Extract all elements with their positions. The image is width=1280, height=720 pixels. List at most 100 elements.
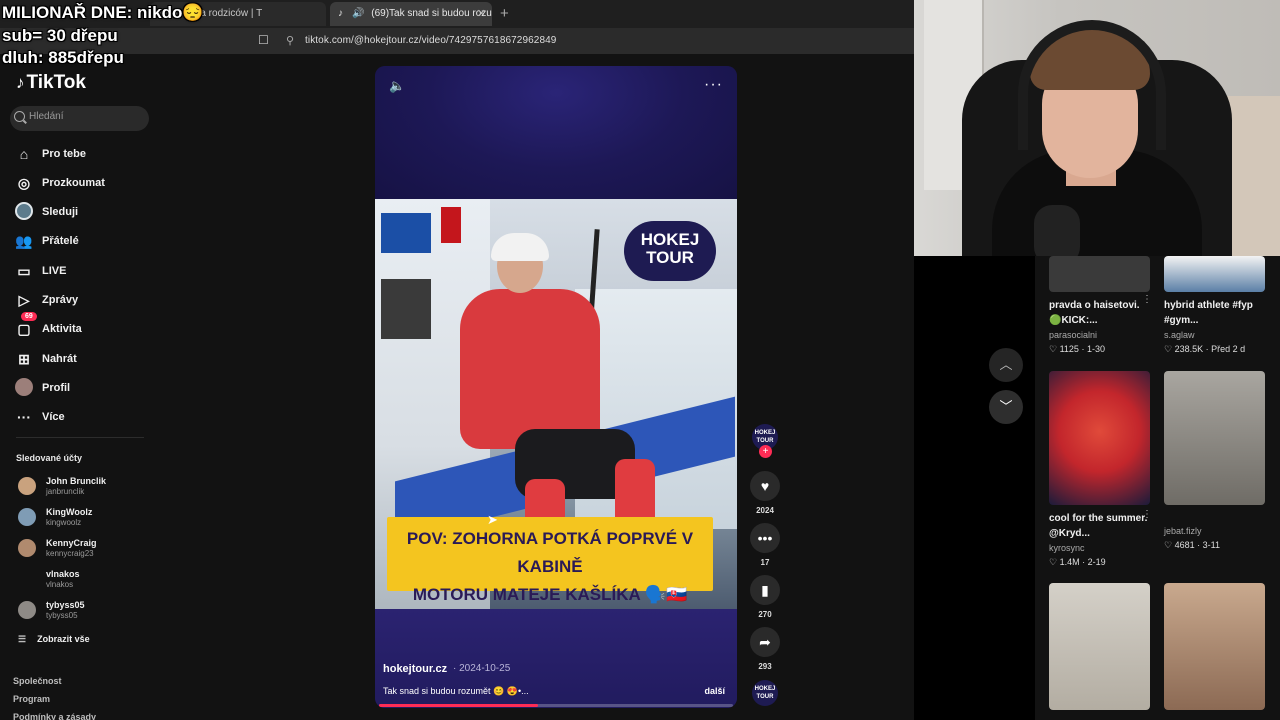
following-avatar: [15, 202, 33, 220]
more-options-icon[interactable]: ···: [704, 76, 723, 94]
card-title[interactable]: pravda o haisetovi. 🟢KICK:...: [1049, 298, 1149, 328]
video-thumbnail[interactable]: [1164, 371, 1265, 505]
nav-prozkoumat[interactable]: ◎ Prozkoumat: [14, 171, 154, 195]
card-title[interactable]: hybrid athlete #fyp #gym...: [1164, 298, 1264, 328]
nav-zpravy[interactable]: ▷ Zprávy: [14, 288, 154, 312]
like-button[interactable]: ♥: [750, 471, 780, 501]
live-icon: ▭: [17, 263, 31, 279]
player-jersey: [460, 289, 600, 449]
video-thumbnail[interactable]: [1164, 583, 1265, 710]
bookmark-icon[interactable]: ☐: [258, 33, 269, 47]
share-button[interactable]: ➦: [750, 627, 780, 657]
nav-label: LIVE: [42, 265, 67, 277]
profile-avatar: [15, 378, 33, 396]
followed-accounts-title: Sledované účty: [16, 453, 83, 463]
video-caption-box: POV: ZOHORNA POTKÁ POPRVÉ V KABINĚ MOTOR…: [387, 517, 713, 604]
followed-account[interactable]: KennyCraig kennycraig23: [18, 536, 153, 564]
microphone: [1034, 205, 1080, 256]
ad-banner: [381, 213, 431, 253]
overlay-sub: sub= 30 dřepu: [2, 26, 118, 45]
nav-sleduji[interactable]: Sleduji: [14, 200, 154, 224]
save-button[interactable]: ▮: [750, 575, 780, 605]
new-tab-button[interactable]: +: [500, 5, 509, 22]
video-thumbnail[interactable]: [1049, 256, 1150, 292]
video-player[interactable]: 🔈 ··· HOKEJ TOUR POV: ZOHORNA POTKÁ POPR…: [375, 66, 737, 708]
card-stats: ♡ 1.4M · 2-19: [1049, 557, 1106, 567]
video-thumbnail[interactable]: [1164, 256, 1265, 292]
player-helmet: [491, 233, 549, 261]
next-video-button[interactable]: ﹀: [989, 390, 1023, 424]
nav-nahrat[interactable]: ⊞ Nahrát: [14, 347, 154, 371]
footer-link[interactable]: Společnost: [13, 676, 62, 686]
followed-account[interactable]: KingWoolz kingwoolz: [18, 505, 153, 533]
messages-icon: ▷: [18, 292, 30, 308]
follow-plus-icon[interactable]: +: [759, 445, 772, 458]
followed-account[interactable]: tybyss05 tybyss05: [18, 598, 153, 626]
nav-vice[interactable]: ··· Více: [14, 405, 154, 429]
nav-pratele[interactable]: 👥 Přátelé: [14, 229, 154, 253]
tab-title: (69)Tak snad si budou rozum: [371, 8, 492, 19]
nav-label: Přátelé: [42, 235, 79, 247]
tiktok-note-icon: ♪: [16, 73, 25, 92]
url-field[interactable]: tiktok.com/@hokejtour.cz/video/742975761…: [305, 35, 556, 46]
comment-button[interactable]: •••: [750, 523, 780, 553]
card-likes: 1.4M: [1059, 557, 1080, 567]
card-title[interactable]: cool for the summer. @Kryd...: [1049, 511, 1149, 541]
card-user[interactable]: jebat.fizly: [1164, 526, 1202, 536]
video-thumbnail[interactable]: [1049, 371, 1150, 505]
tiktok-icon: ♪: [338, 8, 343, 19]
recommended-grid: ⋮ pravda o haisetovi. 🟢KICK:... parasoci…: [1035, 256, 1280, 720]
sound-avatar[interactable]: HOKEJ TOUR: [752, 680, 778, 706]
previous-video-button[interactable]: ︿: [989, 348, 1023, 382]
avatar: [18, 570, 36, 588]
followed-account[interactable]: John Brunclik janbrunclik: [18, 474, 153, 502]
nav-label: Více: [42, 411, 65, 423]
card-date: 1-30: [1086, 344, 1105, 354]
nav-profil[interactable]: Profil: [14, 376, 154, 400]
account-name: KennyCraig: [46, 538, 97, 548]
video-thumbnail[interactable]: [1049, 583, 1150, 710]
card-date: Před 2 d: [1211, 344, 1246, 354]
comment-count: 17: [760, 558, 770, 567]
close-icon[interactable]: ✕: [477, 7, 486, 20]
card-date: 2-19: [1087, 557, 1106, 567]
avatar: [18, 601, 36, 619]
card-user[interactable]: parasocialni: [1049, 330, 1097, 340]
friends-icon: 👥: [15, 233, 33, 249]
nav-label: Prozkoumat: [42, 177, 105, 189]
nav-label: Sleduji: [42, 206, 79, 218]
search-input[interactable]: [29, 111, 144, 122]
nav-label: Nahrát: [42, 353, 77, 365]
tiktok-logo[interactable]: ♪ TikTok: [16, 72, 86, 94]
video-date: · 2024-10-25: [453, 663, 511, 674]
browser-tab-active[interactable]: ♪ 🔊 (69)Tak snad si budou rozum ✕: [330, 2, 492, 26]
nav-label: Aktivita: [42, 323, 82, 335]
account-name: John Brunclik: [46, 476, 107, 486]
ad-banner: [441, 207, 461, 243]
video-author[interactable]: hokejtour.cz: [383, 663, 447, 675]
card-stats: ♡ 4681 · 3-11: [1164, 540, 1220, 550]
show-all-button[interactable]: ☰ Zobrazit vše: [18, 634, 90, 645]
ad-banner: [381, 279, 431, 339]
volume-icon[interactable]: 🔈: [389, 78, 405, 94]
more-icon: ···: [17, 409, 31, 425]
site-info-icon[interactable]: ⚲: [286, 34, 294, 47]
more-link[interactable]: další: [704, 686, 725, 696]
card-user[interactable]: kyrosync: [1049, 543, 1085, 553]
progress-bar[interactable]: [379, 704, 733, 707]
nav-live[interactable]: ▭ LIVE: [14, 259, 154, 283]
video-description: Tak snad si budou rozumět 😊 😍•...: [383, 686, 529, 696]
tiktok-page: ♪TikTok ⌂ Pro tebe ◎ Prozkoumat Sleduji …: [0, 54, 914, 720]
nav-label: Profil: [42, 382, 71, 394]
card-user[interactable]: s.aglaw: [1164, 330, 1195, 340]
followed-account[interactable]: vlnakos vlnakos: [18, 567, 153, 595]
footer-link[interactable]: Podmínky a zásady: [13, 712, 96, 720]
nav-pro-tebe[interactable]: ⌂ Pro tebe: [14, 142, 154, 166]
footer-link[interactable]: Program: [13, 694, 50, 704]
search-box[interactable]: [10, 106, 149, 131]
card-date: 3-11: [1202, 540, 1220, 550]
nav-aktivita[interactable]: ▢ 69 Aktivita: [14, 312, 154, 341]
compass-icon: ◎: [17, 175, 31, 191]
video-frame: HOKEJ TOUR POV: ZOHORNA POTKÁ POPRVÉ V K…: [375, 199, 737, 609]
avatar: [18, 539, 36, 557]
